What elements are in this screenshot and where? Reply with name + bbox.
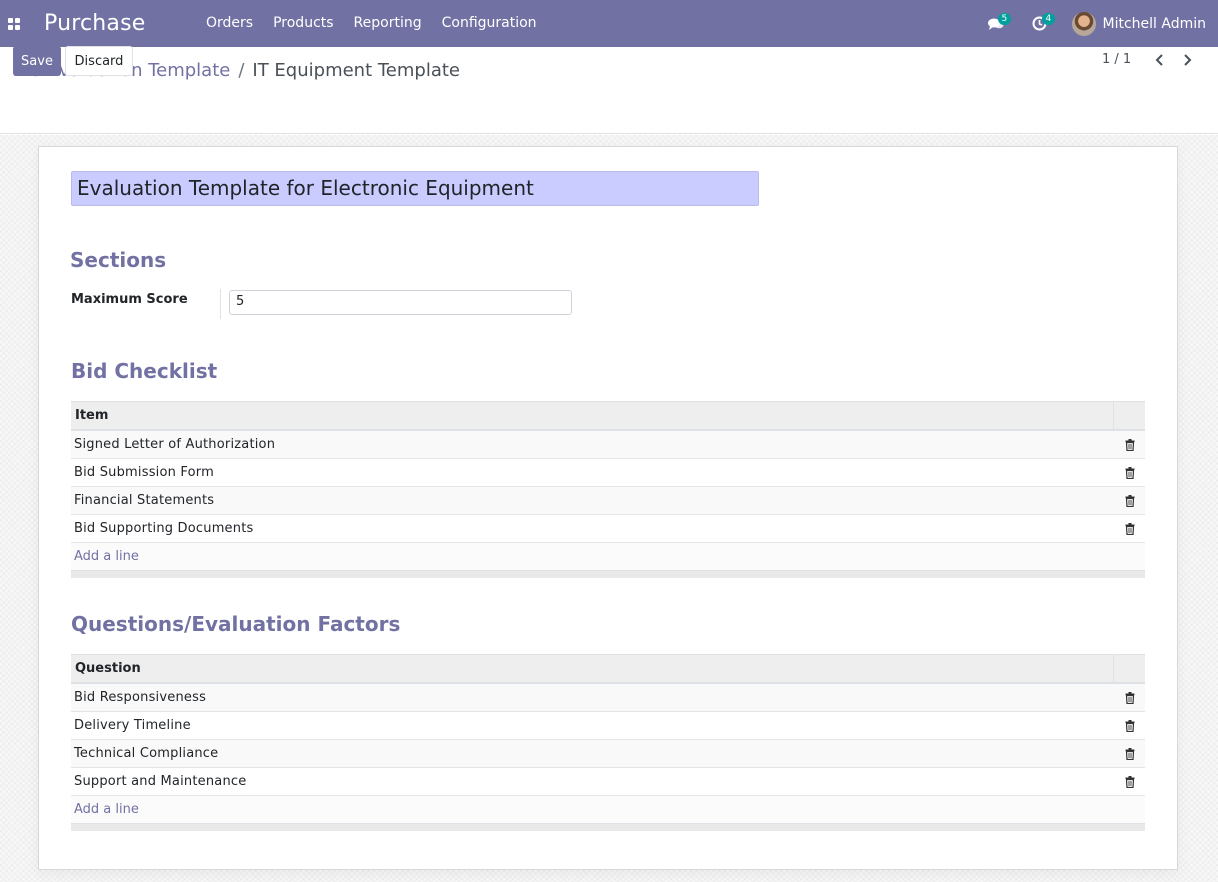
messages-button[interactable]: 5	[974, 0, 1018, 47]
table-body: Bid Responsiveness Delivery Timeline Tec…	[71, 684, 1145, 796]
activities-badge: 4	[1041, 13, 1056, 25]
table-row[interactable]: Technical Compliance	[71, 740, 1145, 768]
maximum-score-field[interactable]: 5	[229, 290, 572, 315]
column-header-item[interactable]: Item	[71, 402, 1114, 429]
table-row[interactable]: Delivery Timeline	[71, 712, 1145, 740]
table-row[interactable]: Support and Maintenance	[71, 768, 1145, 796]
bid-checklist-title: Bid Checklist	[71, 359, 218, 383]
maximum-score-label: Maximum Score	[71, 292, 188, 307]
checklist-item: Bid Submission Form	[74, 465, 214, 480]
checklist-item: Bid Supporting Documents	[74, 521, 254, 536]
sections-title: Sections	[70, 248, 167, 272]
table-row[interactable]: Bid Supporting Documents	[71, 515, 1145, 543]
menu-item-products[interactable]: Products	[263, 0, 343, 47]
breadcrumb-separator: /	[238, 60, 245, 81]
question-item: Delivery Timeline	[74, 718, 191, 733]
pager-previous-button[interactable]	[1147, 47, 1173, 73]
question-item: Support and Maintenance	[74, 774, 247, 789]
add-line-row: Add a line	[71, 796, 1145, 823]
add-line-row: Add a line	[71, 543, 1145, 570]
delete-row-button[interactable]	[1114, 522, 1145, 535]
chevron-left-icon	[1155, 54, 1163, 66]
menu-item-configuration[interactable]: Configuration	[432, 0, 547, 47]
column-header-question[interactable]: Question	[71, 655, 1114, 682]
label-divider	[220, 289, 221, 319]
question-item: Technical Compliance	[74, 746, 219, 761]
questions-table: Question Bid Responsiveness Delivery Tim…	[71, 654, 1145, 831]
add-checklist-line-link[interactable]: Add a line	[74, 549, 139, 564]
trash-icon	[1125, 466, 1134, 479]
messages-badge: 5	[997, 13, 1012, 25]
table-row[interactable]: Financial Statements	[71, 487, 1145, 515]
delete-row-button[interactable]	[1114, 747, 1145, 760]
table-row[interactable]: Signed Letter of Authorization	[71, 431, 1145, 459]
trash-icon	[1125, 438, 1134, 451]
bid-checklist-table: Item Signed Letter of Authorization Bid …	[71, 401, 1145, 578]
menu-item-reporting[interactable]: Reporting	[344, 0, 432, 47]
top-navbar: Purchase Orders Products Reporting Confi…	[0, 0, 1218, 47]
delete-row-button[interactable]	[1114, 494, 1145, 507]
delete-row-button[interactable]	[1114, 775, 1145, 788]
breadcrumb-current: IT Equipment Template	[252, 60, 460, 81]
discard-button[interactable]: Discard	[65, 46, 133, 76]
app-name[interactable]: Purchase	[44, 11, 184, 36]
table-row[interactable]: Bid Responsiveness	[71, 684, 1145, 712]
trash-icon	[1125, 691, 1134, 704]
menu-item-orders[interactable]: Orders	[196, 0, 263, 47]
pager-next-button[interactable]	[1174, 47, 1200, 73]
main-menu: Orders Products Reporting Configuration	[196, 0, 547, 47]
checklist-item: Signed Letter of Authorization	[74, 437, 276, 452]
chevron-right-icon	[1184, 54, 1192, 66]
table-row[interactable]: Bid Submission Form	[71, 459, 1145, 487]
trash-icon	[1125, 719, 1134, 732]
table-footer	[71, 570, 1145, 578]
table-body: Signed Letter of Authorization Bid Submi…	[71, 431, 1145, 543]
questions-title: Questions/Evaluation Factors	[71, 612, 401, 636]
delete-row-button[interactable]	[1114, 691, 1145, 704]
delete-row-button[interactable]	[1114, 438, 1145, 451]
systray: 5 4 Mitchell Admin	[974, 0, 1218, 47]
trash-icon	[1125, 747, 1134, 760]
user-menu[interactable]: Mitchell Admin	[1062, 0, 1218, 47]
user-name: Mitchell Admin	[1102, 15, 1207, 32]
table-header: Question	[71, 654, 1145, 684]
trash-icon	[1125, 775, 1134, 788]
avatar	[1071, 11, 1096, 36]
table-header: Item	[71, 401, 1145, 431]
delete-row-button[interactable]	[1114, 466, 1145, 479]
pager-value[interactable]: 1 / 1	[1102, 52, 1131, 67]
trash-icon	[1125, 494, 1134, 507]
question-item: Bid Responsiveness	[74, 690, 207, 705]
checklist-item: Financial Statements	[74, 493, 215, 508]
template-name-field[interactable]: Evaluation Template for Electronic Equip…	[71, 171, 759, 206]
control-panel: Bid Evaluation Template / IT Equipment T…	[0, 47, 1218, 134]
trash-icon	[1125, 522, 1134, 535]
activities-button[interactable]: 4	[1018, 0, 1062, 47]
save-button[interactable]: Save	[13, 46, 61, 76]
apps-menu-button[interactable]	[0, 0, 28, 47]
table-footer	[71, 823, 1145, 831]
apps-icon	[8, 17, 20, 30]
add-question-line-link[interactable]: Add a line	[74, 802, 139, 817]
delete-row-button[interactable]	[1114, 719, 1145, 732]
